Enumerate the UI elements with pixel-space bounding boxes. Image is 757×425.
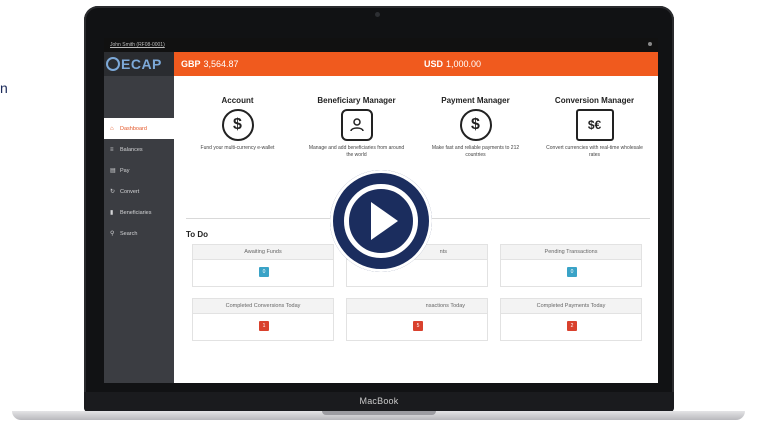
sidebar-item-label: Convert [120, 188, 140, 195]
settings-icon[interactable] [648, 42, 652, 46]
play-button[interactable] [330, 170, 432, 272]
todo-card-completed-payments[interactable]: Completed Payments Today 2 [500, 298, 642, 341]
base-notch [322, 411, 436, 415]
sidebar-item-dashboard[interactable]: ⌂ Dashboard [104, 118, 174, 139]
count-badge: 5 [413, 321, 423, 331]
count-badge: 0 [259, 267, 269, 277]
laptop-base [12, 411, 745, 420]
count-badge: 2 [567, 321, 577, 331]
feature-title: Beneficiary Manager [317, 96, 396, 105]
sidebar-item-label: Dashboard [120, 125, 147, 132]
feature-desc: Fund your multi-currency e-wallet [200, 145, 275, 151]
sidebar-item-search[interactable]: ⚲ Search [104, 223, 174, 244]
logo: ECAP [104, 52, 174, 76]
search-icon: ⚲ [110, 231, 115, 237]
card-header: Pending Transactions [501, 245, 641, 260]
feature-payment-manager[interactable]: Payment Manager $ Make fast and reliable… [418, 96, 533, 159]
sidebar-nav: ⌂ Dashboard ≡ Balances ▤ Pay ↻ Convert ▮… [104, 118, 174, 244]
todo-card-transactions-today[interactable]: nsactions Today 5 [346, 298, 488, 341]
feature-desc: Make fast and reliable payments to 212 c… [431, 145, 520, 158]
todo-card-pending-transactions[interactable]: Pending Transactions 0 [500, 244, 642, 287]
logo-icon [106, 57, 120, 71]
user-link[interactable]: John Smith (RF08-0001) [110, 42, 165, 48]
sidebar: ECAP ⌂ Dashboard ≡ Balances ▤ Pay ↻ Conv… [104, 52, 174, 383]
count-badge: 0 [567, 267, 577, 277]
logo-text: ECAP [121, 56, 162, 72]
coins-icon: $ [459, 109, 492, 141]
laptop-bezel: MacBook [84, 392, 674, 412]
gbp-code: GBP [181, 59, 201, 69]
card-header: nsactions Today [347, 299, 487, 314]
usd-amount: 1,000.00 [446, 59, 482, 69]
cropped-text-fragment: n [0, 80, 8, 96]
feature-title: Payment Manager [441, 96, 510, 105]
sidebar-item-label: Search [120, 230, 138, 237]
feature-beneficiary-manager[interactable]: Beneficiary Manager Manage and add benef… [299, 96, 414, 159]
usd-code: USD [424, 59, 444, 69]
sidebar-item-convert[interactable]: ↻ Convert [104, 181, 174, 202]
home-icon: ⌂ [110, 125, 114, 132]
laptop-brand: MacBook [359, 396, 399, 406]
gbp-amount: 3,564.87 [203, 59, 239, 69]
pay-icon: ▤ [110, 168, 116, 174]
top-bar: John Smith (RF08-0001) [104, 38, 658, 52]
sidebar-item-label: Beneficiaries [120, 209, 152, 216]
sidebar-item-balances[interactable]: ≡ Balances [104, 139, 174, 160]
refresh-icon: ↻ [110, 189, 116, 195]
usd-balance: USD 1,000.00 [424, 59, 481, 69]
todo-card-completed-conversions[interactable]: Completed Conversions Today 1 [192, 298, 334, 341]
todo-card-awaiting-funds[interactable]: Awaiting Funds 0 [192, 244, 334, 287]
feature-desc: Convert currencies with real-time wholes… [546, 145, 643, 158]
balance-bar: GBP 3,564.87 USD 1,000.00 [174, 52, 658, 76]
list-icon: ≡ [110, 146, 114, 153]
feature-title: Account [221, 96, 254, 105]
feature-account[interactable]: Account $ Fund your multi-currency e-wal… [180, 96, 295, 152]
camera-icon [375, 12, 380, 17]
exchange-icon: $€ [575, 109, 614, 141]
sidebar-item-label: Pay [120, 167, 130, 174]
play-icon [371, 202, 398, 240]
feature-desc: Manage and add beneficiaries from around… [308, 145, 405, 158]
count-badge: 1 [259, 321, 269, 331]
sidebar-item-beneficiaries[interactable]: ▮ Beneficiaries [104, 202, 174, 223]
card-header: Awaiting Funds [193, 245, 333, 260]
card-header: Completed Conversions Today [193, 299, 333, 314]
feature-conversion-manager[interactable]: Conversion Manager $€ Convert currencies… [537, 96, 652, 159]
card-header: Completed Payments Today [501, 299, 641, 314]
dollar-icon: $ [221, 109, 254, 141]
feature-title: Conversion Manager [554, 96, 635, 105]
gbp-balance: GBP 3,564.87 [181, 59, 239, 69]
book-icon: ▮ [110, 210, 114, 216]
user-icon [340, 109, 373, 141]
sidebar-item-label: Balances [120, 146, 143, 153]
todo-title: To Do [186, 230, 209, 239]
sidebar-item-pay[interactable]: ▤ Pay [104, 160, 174, 181]
